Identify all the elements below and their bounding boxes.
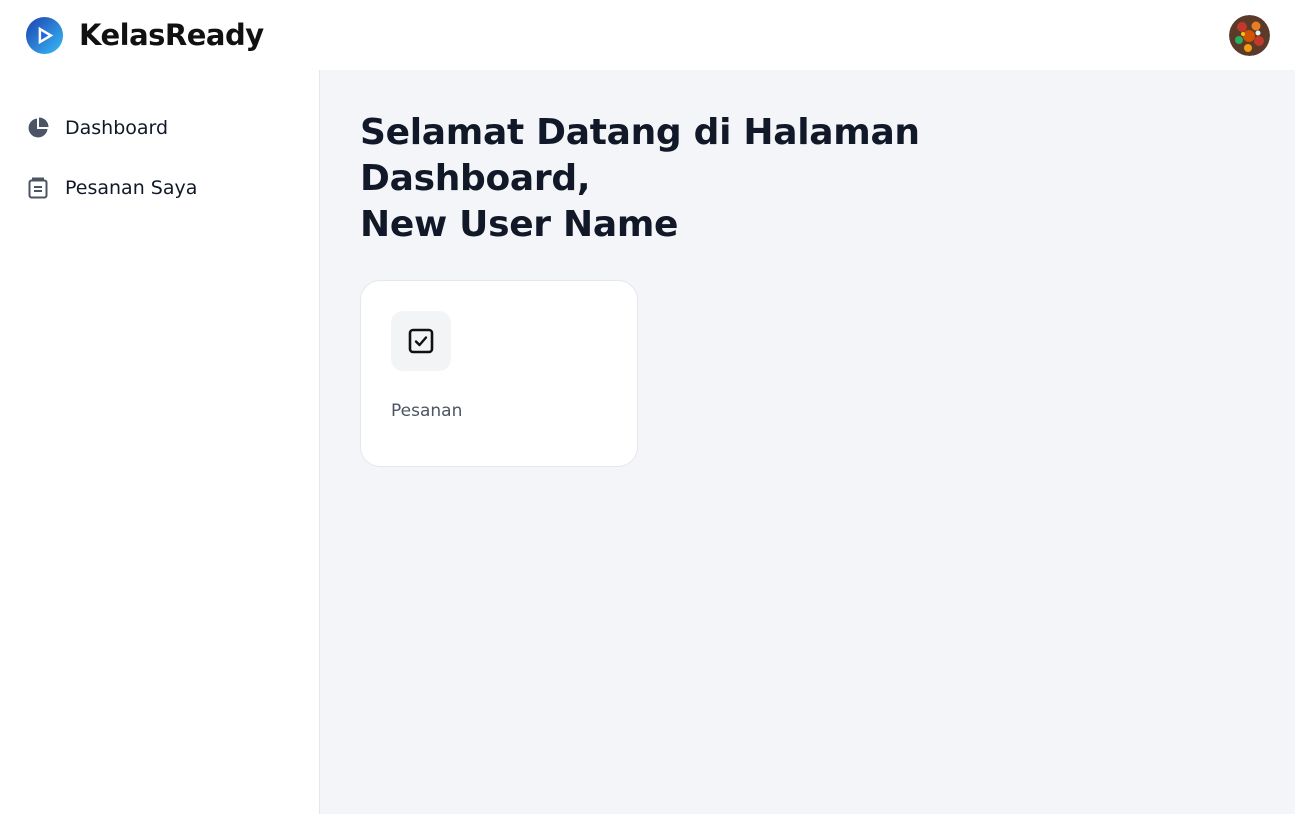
- pie-chart-icon: [28, 117, 49, 138]
- card-label: Pesanan: [391, 401, 463, 421]
- main-content: Selamat Datang di Halaman Dashboard, New…: [320, 70, 1295, 814]
- card-pesanan[interactable]: Pesanan: [360, 280, 638, 467]
- top-bar: KelasReady: [0, 0, 1295, 70]
- card-icon-box: [391, 311, 451, 371]
- sidebar-item-dashboard[interactable]: Dashboard: [0, 108, 319, 148]
- sidebar-item-label: Dashboard: [65, 117, 169, 139]
- sidebar-item-label: Pesanan Saya: [65, 177, 198, 199]
- user-avatar[interactable]: [1229, 14, 1270, 56]
- page-title: Selamat Datang di Halaman Dashboard, New…: [360, 110, 1160, 248]
- checkbox-icon: [408, 328, 434, 354]
- page-title-line-1: Selamat Datang di Halaman Dashboard,: [360, 112, 920, 199]
- order-list-icon: [28, 177, 48, 199]
- play-circle-icon: [25, 16, 64, 54]
- brand[interactable]: KelasReady: [25, 16, 264, 55]
- sidebar: Dashboard Pesanan Saya: [0, 70, 320, 814]
- avatar-image: [1229, 14, 1270, 56]
- page-title-line-2: New User Name: [360, 204, 679, 245]
- sidebar-item-pesanan-saya[interactable]: Pesanan Saya: [0, 168, 319, 208]
- brand-name: KelasReady: [79, 18, 264, 52]
